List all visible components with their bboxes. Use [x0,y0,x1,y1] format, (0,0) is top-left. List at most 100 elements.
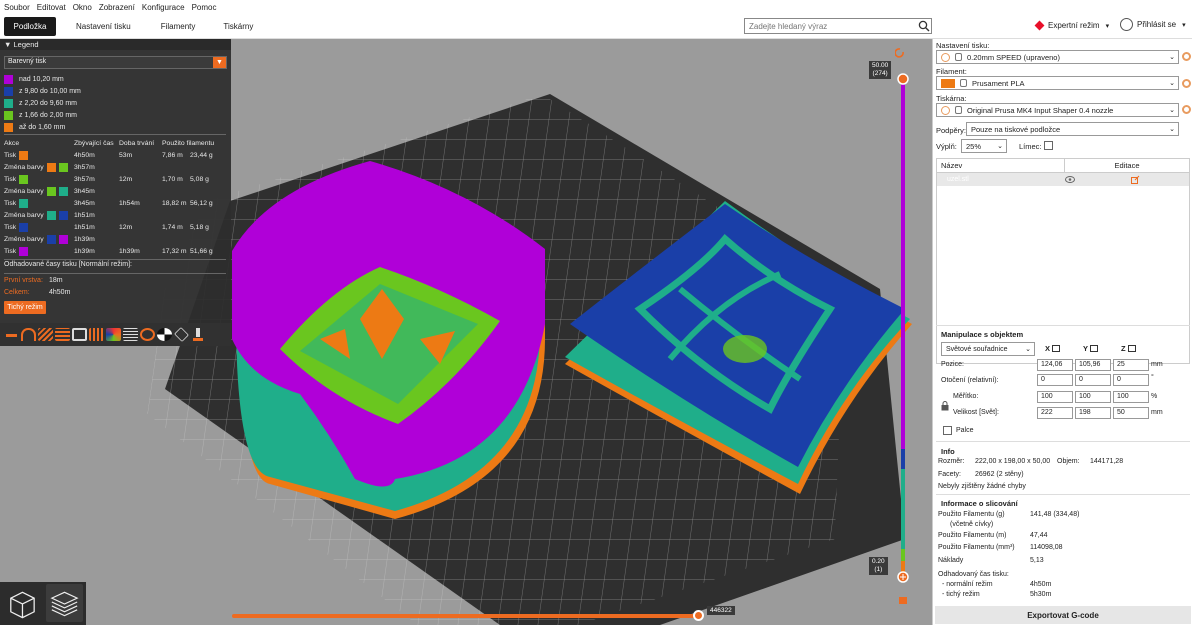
export-gcode-button[interactable]: Exportovat G-code [935,606,1191,624]
retractions-icon[interactable] [38,328,53,341]
supports-combo[interactable]: Pouze na tiskové podložce ⌄ [966,122,1179,136]
scale-z-field[interactable]: 100 [1113,391,1149,403]
deretractions-icon[interactable] [55,328,70,341]
expert-mode[interactable]: Expertní režim ▾ [1034,20,1109,31]
gear-icon[interactable] [1182,52,1191,61]
table-row: Změna barvy 3h45m [4,185,228,197]
divider [936,325,1190,326]
chevron-down-icon: ⌄ [997,143,1003,150]
object-row[interactable]: uzel.stl [937,173,1189,186]
size-y-field[interactable]: 198 [1075,407,1111,419]
tool-marker-icon[interactable] [191,328,206,341]
inches-checkbox[interactable] [943,426,952,435]
chevron-down-icon[interactable]: ▼ [213,57,226,68]
moves-slider[interactable] [232,614,700,618]
seams-icon[interactable] [72,328,87,341]
menu-window[interactable]: Okno [73,3,92,12]
login-button[interactable]: Přihlásit se ▾ [1120,18,1186,31]
position-y-field[interactable]: 105,96 [1075,359,1111,371]
cell-m: 18,82 m [162,199,187,207]
search-input[interactable] [744,18,932,34]
infill-combo[interactable]: 25% ⌄ [961,139,1007,153]
filament-combo[interactable]: Prusament PLA ⌄ [936,76,1179,90]
slice-info-value: 47,44 [1030,532,1048,539]
edit-icon[interactable] [1131,175,1140,184]
column-name[interactable]: Název [937,159,1065,172]
menu-file[interactable]: Soubor [4,3,30,12]
cell-duration: 1h54m [119,199,140,207]
cell-m: 7,86 m [162,151,183,159]
travel-icon[interactable] [4,328,19,341]
action-cell: Změna barvy [4,186,74,196]
column-edit[interactable]: Editace [1065,159,1189,172]
gear-icon[interactable] [1182,79,1191,88]
divider [936,494,1190,495]
menu-view[interactable]: Zobrazení [99,3,135,12]
color-swatch [19,246,29,256]
print-settings-combo[interactable]: 0.20mm SPEED (upraveno) ⌄ [936,50,1179,64]
color-swatch [19,174,29,184]
action-cell: Tisk [4,246,74,256]
legend-mode-select[interactable]: Barevný tisk [4,56,227,69]
tab-print-settings[interactable]: Nastavení tisku [62,17,145,36]
lock-icon[interactable] [941,401,949,411]
cell-remaining: 3h45m [74,187,95,195]
action-cell: Tisk [4,150,74,160]
moves-slider-thumb[interactable] [693,610,704,621]
tool-changes-icon[interactable] [89,328,104,341]
cell-g: 5,08 g [190,175,209,183]
scale-y-field[interactable]: 100 [1075,391,1111,403]
position-x-field[interactable]: 124,06 [1037,359,1073,371]
brim-checkbox[interactable] [1044,141,1053,150]
rotation-x-field[interactable]: 0 [1037,374,1073,386]
gear-icon[interactable] [1182,105,1191,114]
menu-edit[interactable]: Editovat [37,3,66,12]
action-cell: Změna barvy [4,234,74,244]
eye-icon[interactable] [1065,176,1075,183]
rotation-y-field[interactable]: 0 [1075,374,1111,386]
table-row: Změna barvy 1h51m [4,209,228,221]
menu-help[interactable]: Pomoc [192,3,217,12]
cell-remaining: 3h45m [74,199,95,207]
slice-info-label: Odhadovaný čas tisku: [938,571,1009,578]
slice-info-label: Použito Filamentu (mm³) [938,544,1015,551]
info-title: Info [941,447,955,456]
printer-combo[interactable]: Original Prusa MK4 Input Shaper 0.4 nozz… [936,103,1179,117]
rotation-z-field[interactable]: 0 [1113,374,1149,386]
legend-range: nad 10,20 mm [4,75,64,84]
tab-plater[interactable]: Podložka [4,16,56,36]
tab-filaments[interactable]: Filamenty [147,17,210,36]
scale-unit: % [1151,393,1158,400]
preview-view-icon[interactable] [46,584,83,622]
quiet-mode-button[interactable]: Tichý režim [4,301,46,314]
wipe-icon[interactable] [21,328,36,341]
position-label: Pozice: [941,361,964,368]
first-layer-row: První vrstva: 18m [4,277,63,284]
chevron-down-icon: ⌄ [1169,126,1175,133]
color-swatch [4,123,13,132]
tab-printers[interactable]: Tiskárny [209,17,267,36]
legend-header[interactable]: ▼ Legend [0,39,231,50]
color-swatch [4,99,13,108]
3d-view-icon[interactable] [3,584,40,622]
shells-icon[interactable] [174,327,189,342]
custom-gcodes-icon[interactable] [140,328,155,341]
layer-slider[interactable] [895,45,915,610]
supports-label: Podpěry: [936,126,967,135]
menu-configuration[interactable]: Konfigurace [142,3,185,12]
pause-prints-icon[interactable] [123,328,138,341]
size-z-field[interactable]: 50 [1113,407,1149,419]
position-z-field[interactable]: 25 [1113,359,1149,371]
search-icon[interactable] [918,20,930,32]
divider [4,273,226,274]
cell-remaining: 4h50m [74,151,95,159]
center-of-gravity-icon[interactable] [157,328,172,341]
manipulation-title: Manipulace s objektem [941,330,1024,339]
expert-mode-icon [1034,20,1045,31]
color-changes-icon[interactable] [106,328,121,341]
scale-x-field[interactable]: 100 [1037,391,1073,403]
cell-g: 51,66 g [190,247,213,255]
coordinate-mode-combo[interactable]: Světové souřadnice ⌄ [941,342,1035,356]
size-x-field[interactable]: 222 [1037,407,1073,419]
cell-g: 23,44 g [190,151,213,159]
